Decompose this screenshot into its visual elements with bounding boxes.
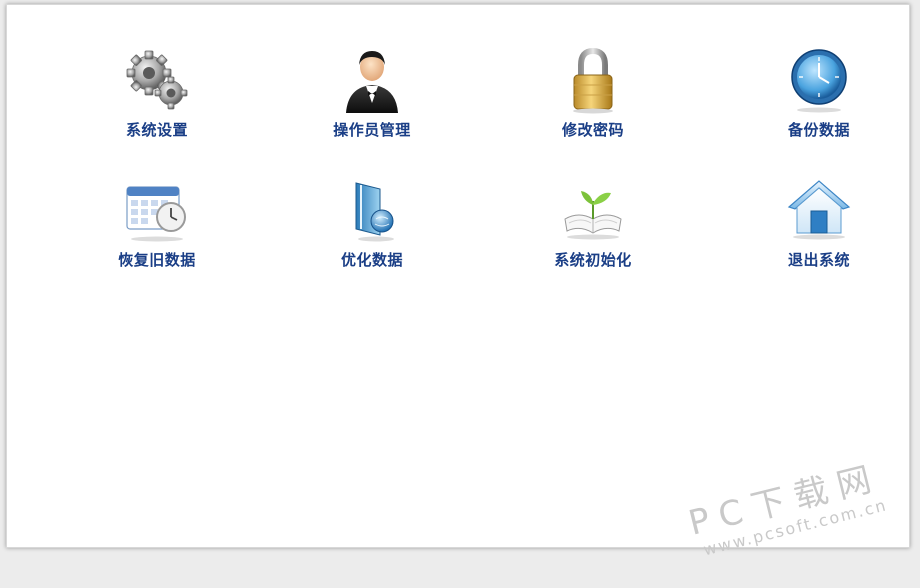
operator-management-label: 操作员管理	[333, 121, 411, 139]
optimize-data-label: 优化数据	[340, 251, 403, 269]
clock-icon	[791, 49, 847, 113]
change-password-button[interactable]: 修改密码	[518, 43, 668, 153]
operator-icon	[346, 51, 398, 113]
change-password-label: 修改密码	[561, 121, 624, 139]
system-initialize-button[interactable]: 系统初始化	[518, 173, 668, 283]
house-icon	[787, 180, 851, 240]
backup-data-button[interactable]: 备份数据	[744, 43, 894, 153]
book-sprout-icon	[564, 191, 622, 240]
operator-management-button[interactable]: 操作员管理	[297, 43, 447, 153]
system-initialize-label: 系统初始化	[554, 251, 632, 269]
exit-system-button[interactable]: 退出系统	[744, 173, 894, 283]
main-window: 系统设置 操作员管理 修改密码 备份数据 恢复旧数据 优化数据 系统初始化 退出…	[6, 4, 910, 559]
book-globe-icon	[355, 182, 394, 242]
watermark: PC下载网 www.pcsoft.com.cn	[669, 450, 895, 588]
backup-data-label: 备份数据	[787, 121, 850, 139]
padlock-icon	[573, 47, 613, 114]
restore-old-data-label: 恢复旧数据	[118, 251, 196, 269]
exit-system-label: 退出系统	[787, 251, 850, 269]
calendar-clock-icon	[126, 186, 186, 242]
restore-old-data-button[interactable]: 恢复旧数据	[82, 173, 232, 283]
gears-icon	[126, 50, 188, 110]
system-settings-button[interactable]: 系统设置	[82, 43, 232, 153]
system-settings-label: 系统设置	[125, 121, 188, 139]
optimize-data-button[interactable]: 优化数据	[297, 173, 447, 283]
